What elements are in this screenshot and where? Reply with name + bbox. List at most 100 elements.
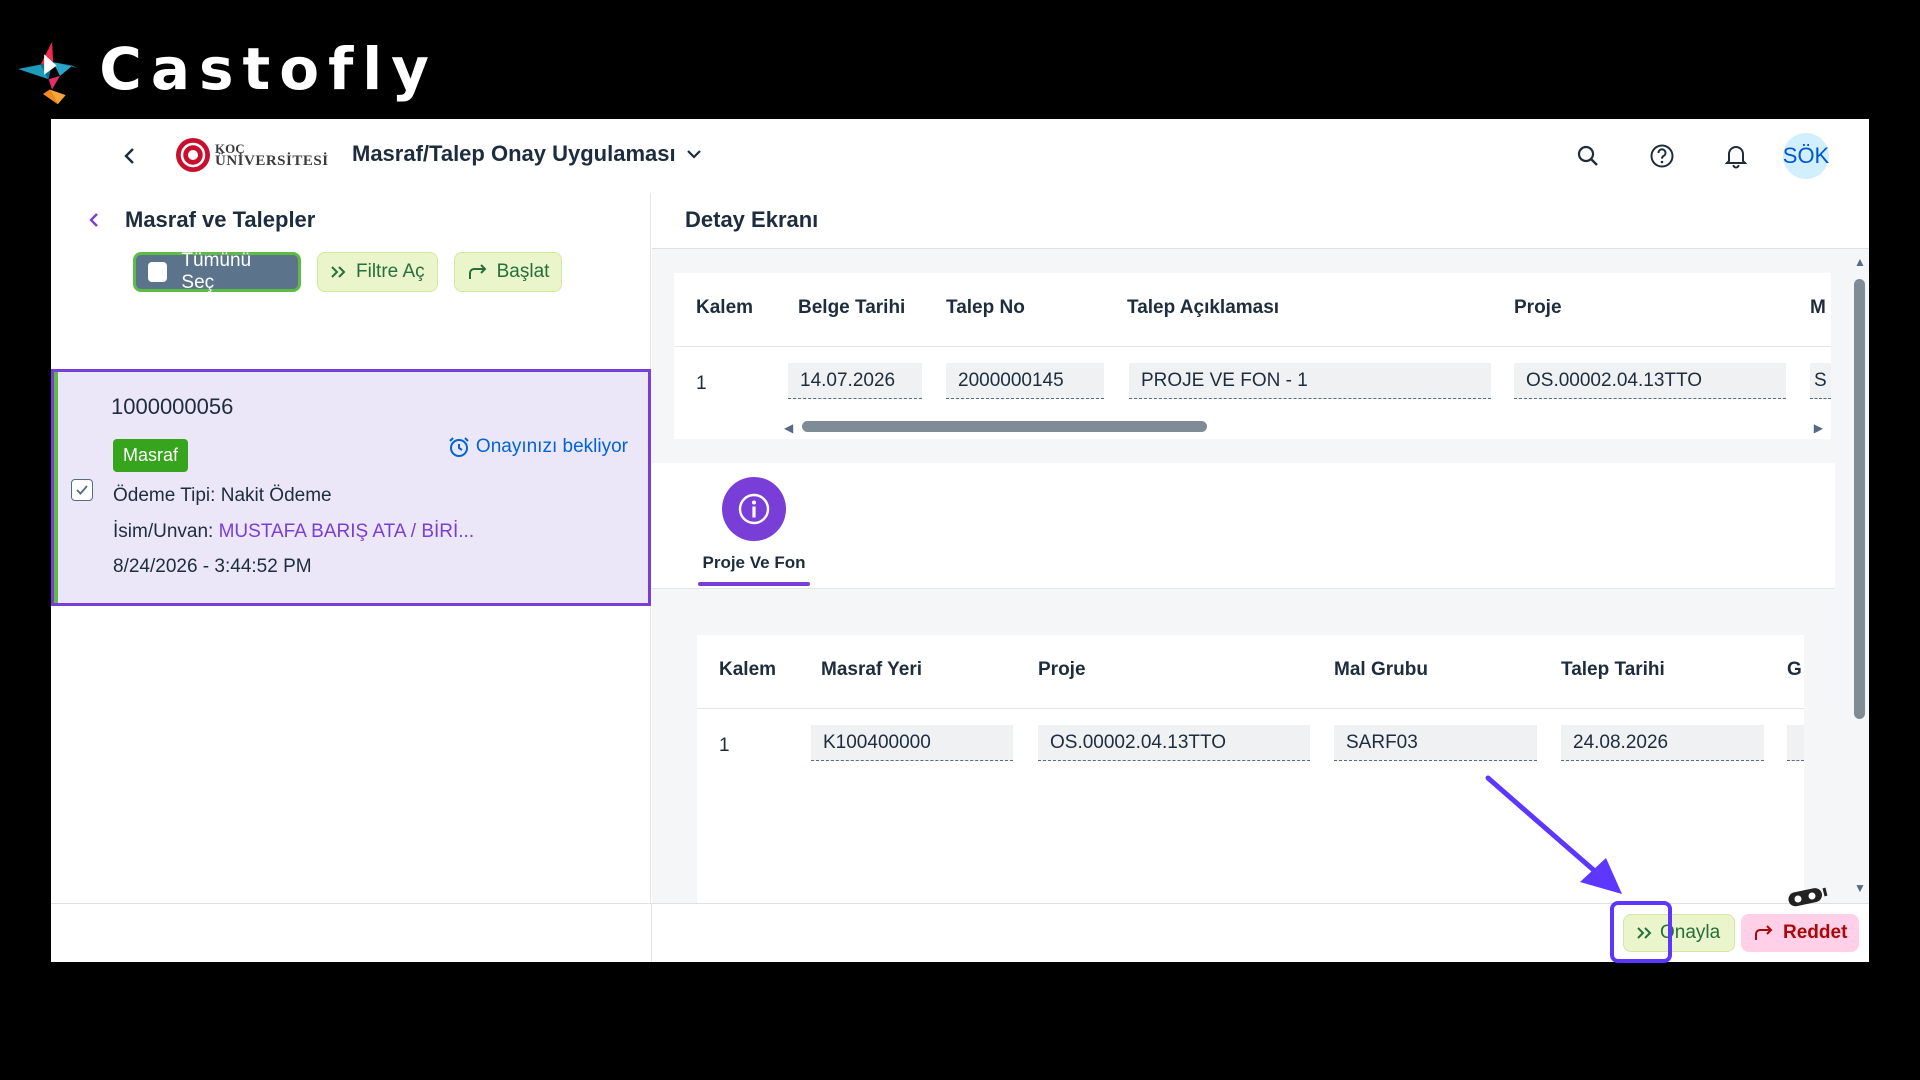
col-proje-2: Proje: [1038, 659, 1086, 680]
chevron-left-icon: [124, 148, 134, 164]
payment-label: Ödeme Tipi:: [113, 485, 216, 506]
search-button[interactable]: [1565, 133, 1611, 179]
app-title: Masraf/Talep Onay Uygulaması: [352, 141, 676, 166]
item-status-label: Onayınızı bekliyor: [475, 436, 628, 457]
info-icon: [722, 477, 786, 541]
filter-button[interactable]: Filtre Aç: [317, 252, 438, 292]
tab-selected-indicator: [698, 582, 810, 586]
col-proje: Proje: [1514, 297, 1562, 318]
master-panel: Masraf ve Talepler Tümünü Seç Filtre Aç …: [51, 193, 651, 903]
drawing-tool-icon: [1788, 887, 1828, 907]
castofly-brand: Castofly: [18, 18, 438, 128]
col-masraf-yeri: Masraf Yeri: [821, 659, 923, 680]
alarm-clock-icon: [449, 437, 469, 457]
footer-toolbar: Onayla Reddet: [51, 903, 1869, 962]
master-header: Masraf ve Talepler: [87, 207, 315, 233]
notifications-button[interactable]: [1713, 133, 1759, 179]
horizontal-scrollbar[interactable]: ◀ ▶: [674, 414, 1831, 438]
talep-no-field[interactable]: 2000000145: [946, 363, 1104, 399]
vertical-scrollbar[interactable]: ▲ ▼: [1849, 251, 1869, 903]
talep-aciklamasi-field[interactable]: PROJE VE FON - 1: [1129, 363, 1491, 399]
start-label: Başlat: [496, 261, 550, 282]
bell-icon: [1725, 146, 1747, 169]
scroll-up-icon[interactable]: ▲: [1854, 255, 1866, 269]
col-belge-tarihi: Belge Tarihi: [798, 297, 906, 318]
help-icon: [1650, 144, 1674, 168]
annotation-highlight-box: [1610, 901, 1672, 963]
g-field[interactable]: [1787, 725, 1804, 761]
start-button[interactable]: Başlat: [453, 252, 563, 292]
reject-button[interactable]: Reddet: [1741, 914, 1860, 952]
master-title: Masraf ve Talepler: [125, 207, 316, 232]
app-title-menu[interactable]: Masraf/Talep Onay Uygulaması: [352, 141, 702, 167]
proje-field[interactable]: OS.00002.04.13TTO: [1514, 363, 1786, 399]
mal-grubu-field[interactable]: SARF03: [1334, 725, 1537, 761]
user-avatar[interactable]: SÖK: [1783, 133, 1829, 179]
select-all-button[interactable]: Tümünü Seç: [133, 250, 301, 293]
scroll-right-icon[interactable]: ▶: [1814, 421, 1823, 435]
info-circle-icon: [738, 493, 770, 525]
scroll-down-icon[interactable]: ▼: [1854, 881, 1866, 895]
forward-arrow-icon: [1755, 925, 1773, 940]
shell-back-button[interactable]: [115, 141, 145, 171]
name-label: İsim/Unvan:: [113, 521, 214, 542]
project-fund-table-header: Kalem Masraf Yeri Proje Mal Grubu Talep …: [697, 635, 1804, 709]
project-fund-table: Kalem Masraf Yeri Proje Mal Grubu Talep …: [697, 635, 1804, 903]
detail-title: Detay Ekranı: [685, 207, 819, 232]
col-kalem: Kalem: [696, 297, 754, 318]
detail-panel: Detay Ekranı Kalem Belge Tarihi Talep No…: [652, 193, 1869, 903]
double-chevron-right-icon: [331, 266, 346, 278]
masraf-yeri-field[interactable]: K100400000: [811, 725, 1013, 761]
footer-divider: [651, 904, 652, 962]
logo-line-2: ÜNİVERSİTESİ: [215, 153, 329, 169]
col-m: M: [1810, 297, 1826, 318]
col-kalem-2: Kalem: [719, 659, 777, 680]
col-talep-aciklamasi: Talep Açıklaması: [1127, 297, 1280, 318]
item-id: 1000000056: [111, 394, 234, 419]
castofly-wordmark: Castofly: [99, 35, 438, 103]
name-value-link[interactable]: MUSTAFA BARIŞ ATA / BİRİ...: [219, 521, 475, 542]
payment-value: Nakit Ödeme: [220, 485, 332, 506]
chevron-down-icon: [686, 150, 701, 159]
item-type-tag: Masraf: [113, 439, 189, 472]
shell-actions: SÖK: [1537, 133, 1829, 179]
scroll-left-icon[interactable]: ◀: [784, 421, 793, 435]
item-name: İsim/Unvan: MUSTAFA BARIŞ ATA / BİRİ...: [113, 521, 474, 543]
item-status: Onayınızı bekliyor: [448, 436, 628, 458]
help-button[interactable]: [1639, 133, 1685, 179]
koc-seal-icon: [176, 138, 210, 172]
items-table-header: Kalem Belge Tarihi Talep No Talep Açıkla…: [674, 273, 1831, 347]
belge-tarihi-field[interactable]: 14.07.2026: [788, 363, 922, 399]
select-all-checkbox[interactable]: [148, 262, 168, 282]
col-talep-no: Talep No: [946, 297, 1025, 318]
koc-university-logo[interactable]: KOÇ ÜNİVERSİTESİ: [175, 137, 329, 173]
tab-label: Proje Ve Fon: [702, 553, 806, 572]
castofly-logo-icon: [18, 41, 78, 105]
master-toolbar: Tümünü Seç Filtre Aç Başlat: [133, 250, 578, 293]
annotation-arrow-icon: [1485, 775, 1622, 894]
col-mal-grubu: Mal Grubu: [1334, 659, 1428, 680]
m-field[interactable]: S: [1810, 363, 1831, 399]
proje-field-2[interactable]: OS.00002.04.13TTO: [1038, 725, 1310, 761]
item-checkbox[interactable]: [71, 479, 93, 501]
filter-label: Filtre Aç: [356, 261, 425, 282]
item-payment: Ödeme Tipi: Nakit Ödeme: [113, 485, 332, 507]
item-highlight-bar: [54, 372, 58, 603]
list-item[interactable]: 1000000056 Masraf Onayınızı bekliyor Öde…: [51, 369, 651, 606]
talep-tarihi-field[interactable]: 24.08.2026: [1561, 725, 1764, 761]
logo-text: KOÇ ÜNİVERSİTESİ: [215, 142, 329, 169]
items-table: Kalem Belge Tarihi Talep No Talep Açıkla…: [674, 273, 1831, 439]
item-datetime: 8/24/2026 - 3:44:52 PM: [113, 556, 312, 577]
search-icon: [1577, 145, 1598, 166]
row-kalem-2: 1: [719, 735, 730, 756]
shell-bar: KOÇ ÜNİVERSİTESİ Masraf/Talep Onay Uygul…: [51, 119, 1869, 193]
tab-proje-ve-fon[interactable]: Proje Ve Fon: [698, 477, 810, 573]
col-g: G: [1787, 659, 1802, 680]
icon-tab-bar: Proje Ve Fon: [652, 463, 1835, 589]
scroll-thumb[interactable]: [802, 421, 1207, 432]
detail-header: Detay Ekranı: [652, 193, 1869, 249]
col-talep-tarihi: Talep Tarihi: [1561, 659, 1665, 680]
checkmark-icon: [76, 485, 88, 495]
master-back-icon[interactable]: [87, 210, 101, 230]
vertical-scroll-thumb[interactable]: [1854, 279, 1865, 719]
